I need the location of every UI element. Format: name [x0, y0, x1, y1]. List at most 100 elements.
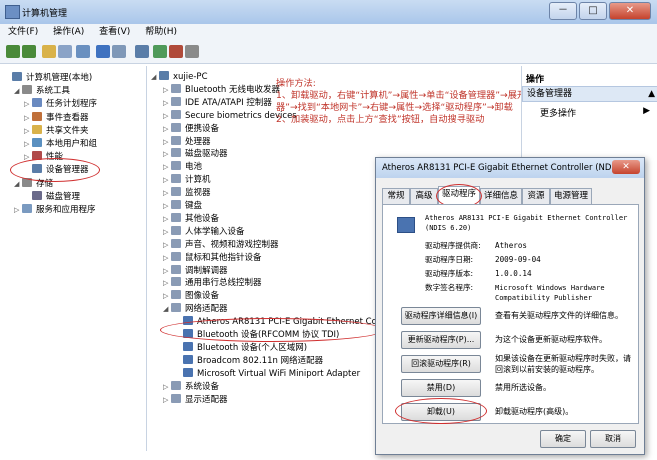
expander-icon[interactable]: ▷ — [163, 265, 171, 278]
device-category[interactable]: ▷ 键盘 — [163, 200, 202, 213]
scan-hardware-icon[interactable] — [135, 45, 149, 58]
tab-details[interactable]: 详细信息 — [480, 188, 522, 204]
expander-icon[interactable]: ▷ — [163, 252, 171, 265]
expander-icon[interactable]: ◢ — [14, 85, 22, 98]
network-adapter-icon — [397, 217, 415, 233]
show-hide-tree-icon[interactable] — [58, 45, 72, 58]
expander-icon[interactable]: ◢ — [14, 178, 22, 191]
device-category[interactable]: ◢ xujie-PC — [151, 71, 208, 84]
tree-item[interactable]: ▷ 服务和应用程序 — [14, 204, 96, 217]
device-category[interactable]: ▷ 其他设备 — [163, 212, 219, 226]
expander-icon[interactable]: ▷ — [163, 174, 171, 187]
expander-icon[interactable]: ▷ — [163, 84, 171, 97]
expander-icon[interactable]: ▷ — [24, 125, 32, 138]
maximize-button[interactable]: □ — [579, 2, 607, 20]
expander-icon[interactable]: ▷ — [163, 187, 171, 200]
device-category[interactable]: ▷ 处理器 — [163, 135, 211, 149]
minimize-button[interactable]: － — [549, 2, 577, 20]
expander-icon[interactable]: ▷ — [163, 226, 171, 239]
menu-action[interactable]: 操作(A) — [53, 24, 84, 41]
device-category[interactable]: ▷ 显示适配器 — [163, 393, 228, 407]
driver-details-button[interactable]: 驱动程序详细信息(I) — [401, 307, 481, 325]
tab-advanced[interactable]: 高级 — [410, 188, 438, 204]
tree-item[interactable]: ▷ 共享文件夹 — [24, 124, 89, 138]
menu-help[interactable]: 帮助(H) — [145, 24, 177, 41]
tab-resources[interactable]: 资源 — [522, 188, 550, 204]
tree-item[interactable]: ▷ 本地用户和组 — [24, 138, 97, 151]
device-category[interactable]: ▷ 通用串行总线控制器 — [163, 277, 262, 290]
expander-icon[interactable]: ▷ — [163, 239, 171, 252]
expander-icon[interactable]: ▷ — [163, 161, 171, 174]
expander-icon[interactable]: ▷ — [163, 200, 171, 213]
update-driver-button[interactable]: 更新驱动程序(P)... — [401, 331, 481, 349]
expander-icon[interactable]: ▷ — [163, 213, 171, 226]
tree-item-label: 任务计划程序 — [46, 99, 98, 110]
rollback-driver-button[interactable]: 回滚驱动程序(R) — [401, 355, 481, 373]
tab-power-management[interactable]: 电源管理 — [550, 188, 592, 204]
menu-view[interactable]: 查看(V) — [99, 24, 130, 41]
forward-icon[interactable] — [22, 45, 36, 58]
expander-icon[interactable]: ▷ — [14, 204, 22, 217]
device-category[interactable]: ▷ 调制解调器 — [163, 264, 228, 278]
close-button[interactable]: ✕ — [609, 2, 651, 20]
button-description: 禁用所选设备。 — [495, 383, 551, 392]
expander-icon[interactable]: ▷ — [163, 148, 171, 161]
device-category-icon — [171, 122, 181, 132]
expander-icon[interactable]: ▷ — [163, 136, 171, 149]
title-bar: 计算机管理 － □ ✕ — [0, 0, 657, 25]
device-category[interactable]: ▷ 系统设备 — [163, 380, 219, 394]
expander-icon[interactable]: ▷ — [163, 123, 171, 136]
properties-icon[interactable] — [76, 45, 90, 58]
device-item[interactable]: Bluetooth 设备(个人区域网) — [175, 341, 307, 355]
device-category[interactable]: ▷ 便携设备 — [163, 122, 219, 136]
device-category[interactable]: ▷ 鼠标和其他指针设备 — [163, 251, 262, 265]
device-item[interactable]: Broadcom 802.11n 网络适配器 — [175, 354, 323, 368]
uninstall-icon[interactable] — [169, 45, 183, 58]
expander-icon[interactable]: ▷ — [163, 277, 171, 290]
expander-icon[interactable]: ▷ — [163, 394, 171, 407]
disable-button[interactable]: 禁用(D) — [401, 379, 481, 397]
tools-icon — [22, 85, 32, 95]
expander-icon[interactable]: ▷ — [163, 110, 171, 123]
device-category[interactable]: ▷ 电池 — [163, 161, 202, 174]
update-driver-icon[interactable] — [153, 45, 167, 58]
tree-item[interactable]: ▷ 事件查看器 — [24, 111, 89, 125]
expander-icon[interactable]: ▷ — [163, 290, 171, 303]
actions-device-manager[interactable]: 设备管理器 ▲ — [522, 86, 657, 102]
dialog-close-button[interactable]: ✕ — [612, 160, 640, 174]
tree-item[interactable]: ◢ 系统工具 — [14, 85, 70, 98]
device-category[interactable]: ◢ 网络适配器 — [163, 303, 228, 316]
device-category[interactable]: ▷ 计算机 — [163, 174, 211, 187]
expander-icon[interactable]: ▷ — [163, 97, 171, 110]
console-icon[interactable] — [112, 45, 126, 58]
menu-file[interactable]: 文件(F) — [8, 24, 38, 41]
expander-icon[interactable]: ▷ — [163, 381, 171, 394]
cancel-button[interactable]: 取消 — [590, 430, 636, 448]
expander-icon[interactable]: ◢ — [151, 71, 159, 84]
help-icon[interactable] — [96, 45, 110, 58]
expander-icon[interactable]: ▷ — [24, 138, 32, 151]
device-item[interactable]: Microsoft Virtual WiFi Miniport Adapter — [175, 367, 360, 381]
tab-general[interactable]: 常规 — [382, 188, 410, 204]
back-icon[interactable] — [6, 45, 20, 58]
device-category[interactable]: ▷ 人体学输入设备 — [163, 225, 245, 239]
device-category[interactable]: ▷ 磁盘驱动器 — [163, 148, 228, 161]
tree-item[interactable]: ▷ 任务计划程序 — [24, 98, 97, 111]
expander-icon[interactable]: ▷ — [24, 112, 32, 125]
disable-icon[interactable] — [185, 45, 199, 58]
device-category[interactable]: ▷ 图像设备 — [163, 290, 219, 303]
device-category[interactable]: ▷ Bluetooth 无线电收发器 — [163, 83, 280, 97]
field-value: 1.0.0.14 — [495, 269, 532, 278]
ok-button[interactable]: 确定 — [540, 430, 586, 448]
more-actions[interactable]: 更多操作 ▶ — [540, 106, 650, 119]
device-category[interactable]: ▷ IDE ATA/ATAPI 控制器 — [163, 96, 272, 110]
expander-icon[interactable]: ▷ — [24, 98, 32, 111]
up-folder-icon[interactable] — [42, 45, 56, 58]
tree-item[interactable]: 磁盘管理 — [24, 190, 80, 204]
device-category[interactable]: ▷ 监视器 — [163, 187, 211, 200]
expander-icon[interactable]: ◢ — [163, 303, 171, 316]
tree-item[interactable]: 计算机管理(本地) — [4, 72, 92, 85]
network-adapter-icon — [183, 354, 193, 364]
device-category[interactable]: ▷ 声音、视频和游戏控制器 — [163, 238, 279, 252]
device-label: 鼠标和其他指针设备 — [185, 252, 262, 263]
